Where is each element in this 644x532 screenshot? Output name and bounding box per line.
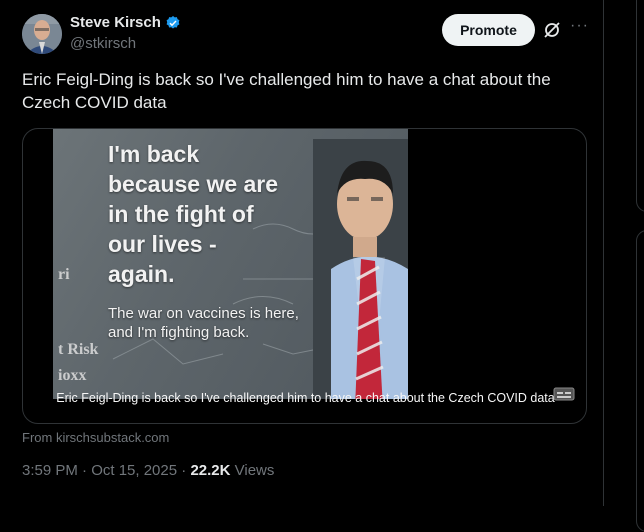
- author-display-name[interactable]: Steve Kirsch: [70, 14, 161, 31]
- avatar-photo: [22, 14, 62, 54]
- author-handle[interactable]: @stkirsch: [70, 35, 136, 52]
- tweet-meta: 3:59 PM · Oct 15, 2025 · 22.2K Views: [22, 462, 274, 479]
- sidebar-card: [636, 230, 644, 532]
- whiteboard-text: ioxx: [58, 367, 87, 384]
- more-options-icon[interactable]: ···: [570, 16, 589, 36]
- views-count: 22.2K: [190, 462, 231, 479]
- grok-icon[interactable]: [542, 20, 562, 40]
- meta-separator: ·: [177, 462, 191, 479]
- video-frame[interactable]: I'm back because we are in the fight of …: [53, 129, 408, 399]
- card-source-link[interactable]: From kirschsubstack.com: [22, 430, 169, 445]
- whiteboard-text: t Risk: [58, 341, 99, 358]
- avatar[interactable]: [22, 14, 62, 54]
- sidebar-card: [636, 0, 644, 212]
- whiteboard-text: ri: [58, 266, 70, 283]
- video-caption: Eric Feigl-Ding is back so I've challeng…: [56, 391, 555, 405]
- closed-captions-icon[interactable]: [553, 387, 575, 401]
- tweet-text: Eric Feigl-Ding is back so I've challeng…: [22, 70, 551, 112]
- promote-button[interactable]: Promote: [442, 14, 535, 46]
- tweet-timestamp[interactable]: 3:59 PM · Oct 15, 2025: [22, 462, 177, 479]
- presenter-figure: [313, 139, 408, 399]
- author-name-row: Steve Kirsch: [70, 14, 181, 31]
- video-card[interactable]: I'm back because we are in the fight of …: [22, 128, 587, 424]
- tweet-post: Steve Kirsch @stkirsch Promote ··· Eric …: [0, 0, 604, 506]
- views-label: Views: [230, 462, 275, 479]
- verified-badge-icon[interactable]: [165, 15, 181, 31]
- video-overlay-subtitle: The war on vaccines is here, and I'm fig…: [108, 305, 299, 341]
- video-overlay-title: I'm back because we are in the fight of …: [108, 141, 279, 287]
